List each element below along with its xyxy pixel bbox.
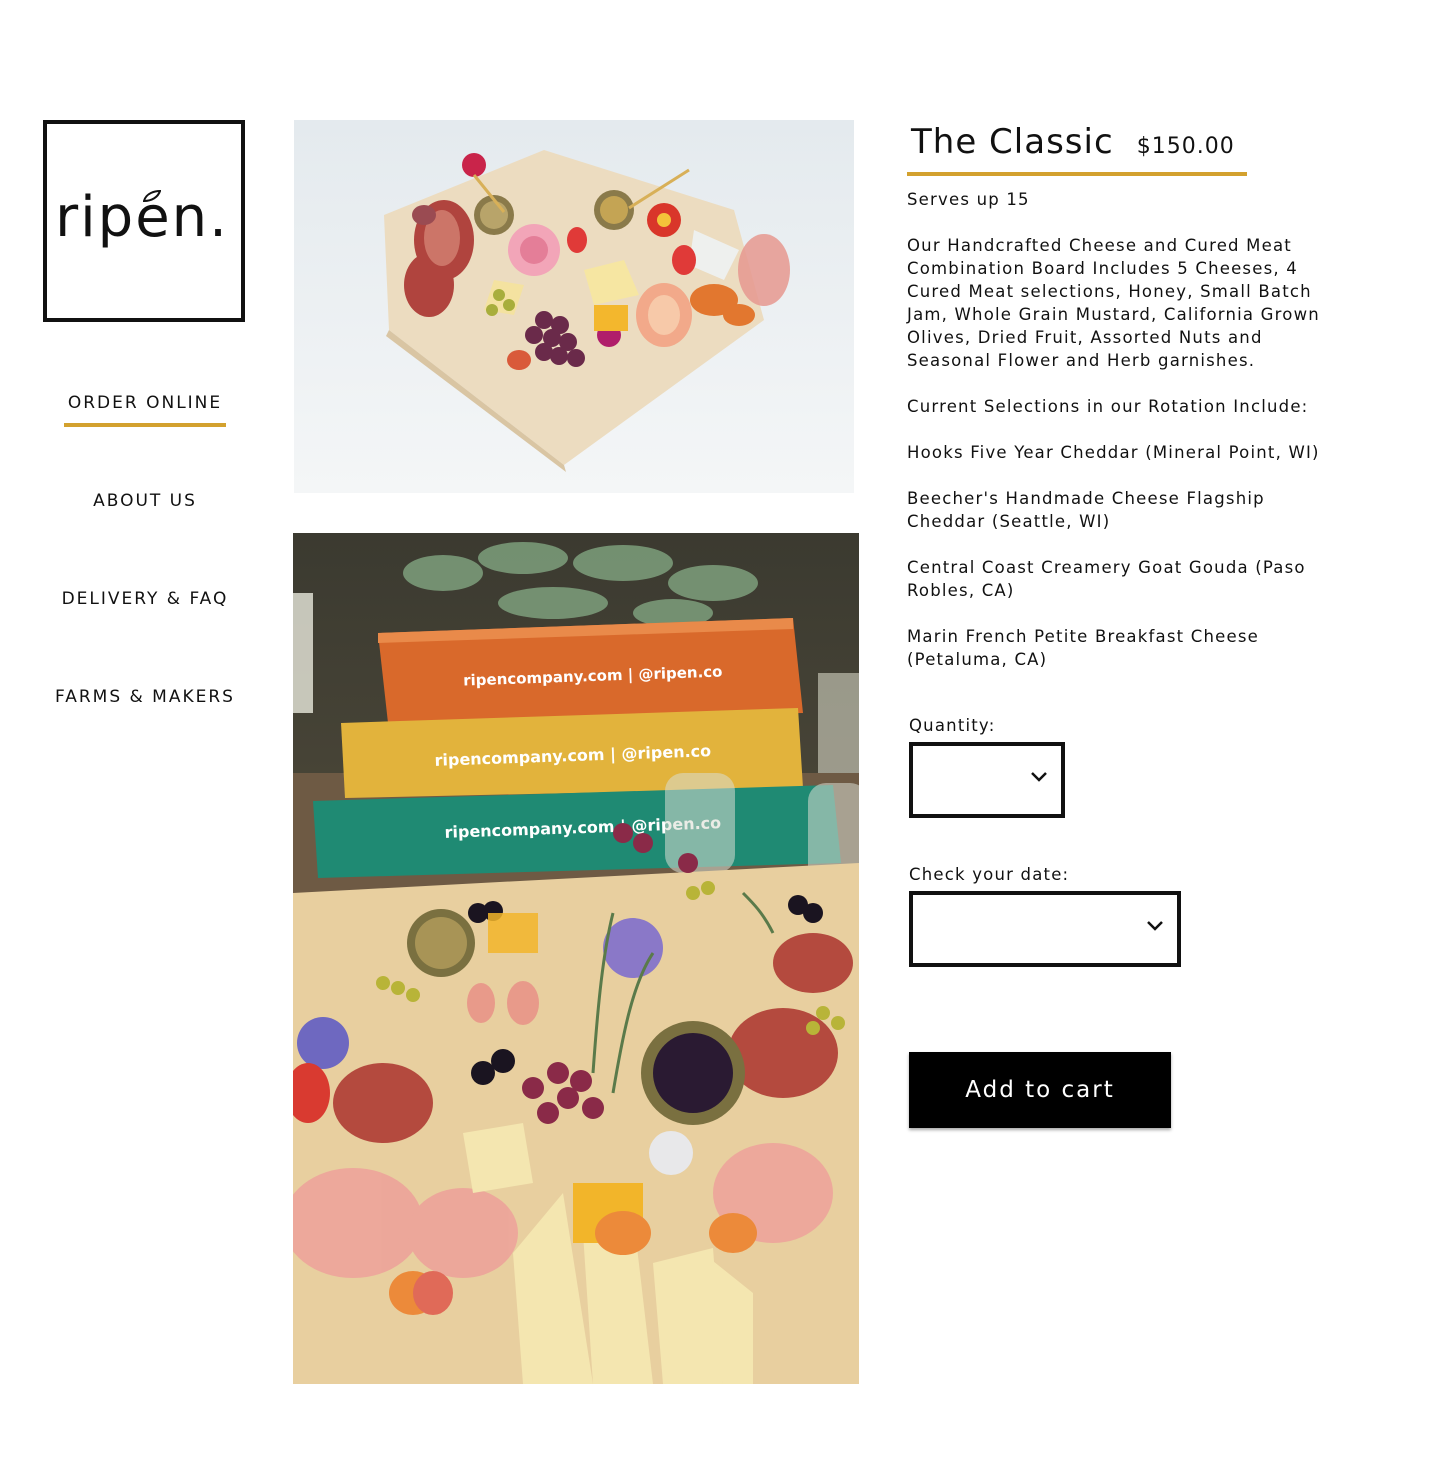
chevron-down-icon xyxy=(1147,921,1163,931)
selection-item: Hooks Five Year Cheddar (Mineral Point, … xyxy=(907,443,1320,462)
serves-text: Serves up 15 xyxy=(907,190,1030,209)
quantity-label: Quantity: xyxy=(909,716,996,735)
boxes-and-board-illustration: ripencompany.com | @ripen.co ripencompan… xyxy=(293,533,859,1384)
logo[interactable]: ripen. xyxy=(43,120,245,322)
date-select[interactable] xyxy=(909,891,1181,967)
product-photo-top[interactable] xyxy=(294,120,854,493)
charcuterie-board-illustration xyxy=(294,120,854,493)
nav-about-us[interactable]: ABOUT US xyxy=(40,491,250,511)
product-title-row: The Classic $150.00 xyxy=(907,122,1247,176)
add-to-cart-button[interactable]: Add to cart xyxy=(909,1052,1171,1128)
leaf-icon xyxy=(143,190,161,202)
nav-delivery-faq[interactable]: DELIVERY & FAQ xyxy=(40,589,250,609)
product-details: The Classic $150.00 Serves up 15 Our Han… xyxy=(907,122,1337,694)
quantity-select[interactable] xyxy=(909,742,1065,818)
chevron-down-icon xyxy=(1031,772,1047,782)
date-label: Check your date: xyxy=(909,865,1070,884)
selection-item: Central Coast Creamery Goat Gouda (Paso … xyxy=(907,558,1306,600)
product-title: The Classic xyxy=(911,122,1114,162)
nav-farms-makers[interactable]: FARMS & MAKERS xyxy=(40,687,250,707)
selections-heading: Current Selections in our Rotation Inclu… xyxy=(907,397,1309,416)
product-photo-bottom[interactable]: ripencompany.com | @ripen.co ripencompan… xyxy=(293,533,859,1384)
selection-item: Beecher's Handmade Cheese Flagship Chedd… xyxy=(907,489,1265,531)
product-description: Serves up 15 Our Handcrafted Cheese and … xyxy=(907,188,1337,671)
selection-item: Marin French Petite Breakfast Cheese (Pe… xyxy=(907,627,1259,669)
nav-order-online[interactable]: ORDER ONLINE xyxy=(40,393,250,427)
logo-text: ripen. xyxy=(55,184,229,250)
description-text: Our Handcrafted Cheese and Cured Meat Co… xyxy=(907,236,1320,370)
product-price: $150.00 xyxy=(1136,134,1235,159)
